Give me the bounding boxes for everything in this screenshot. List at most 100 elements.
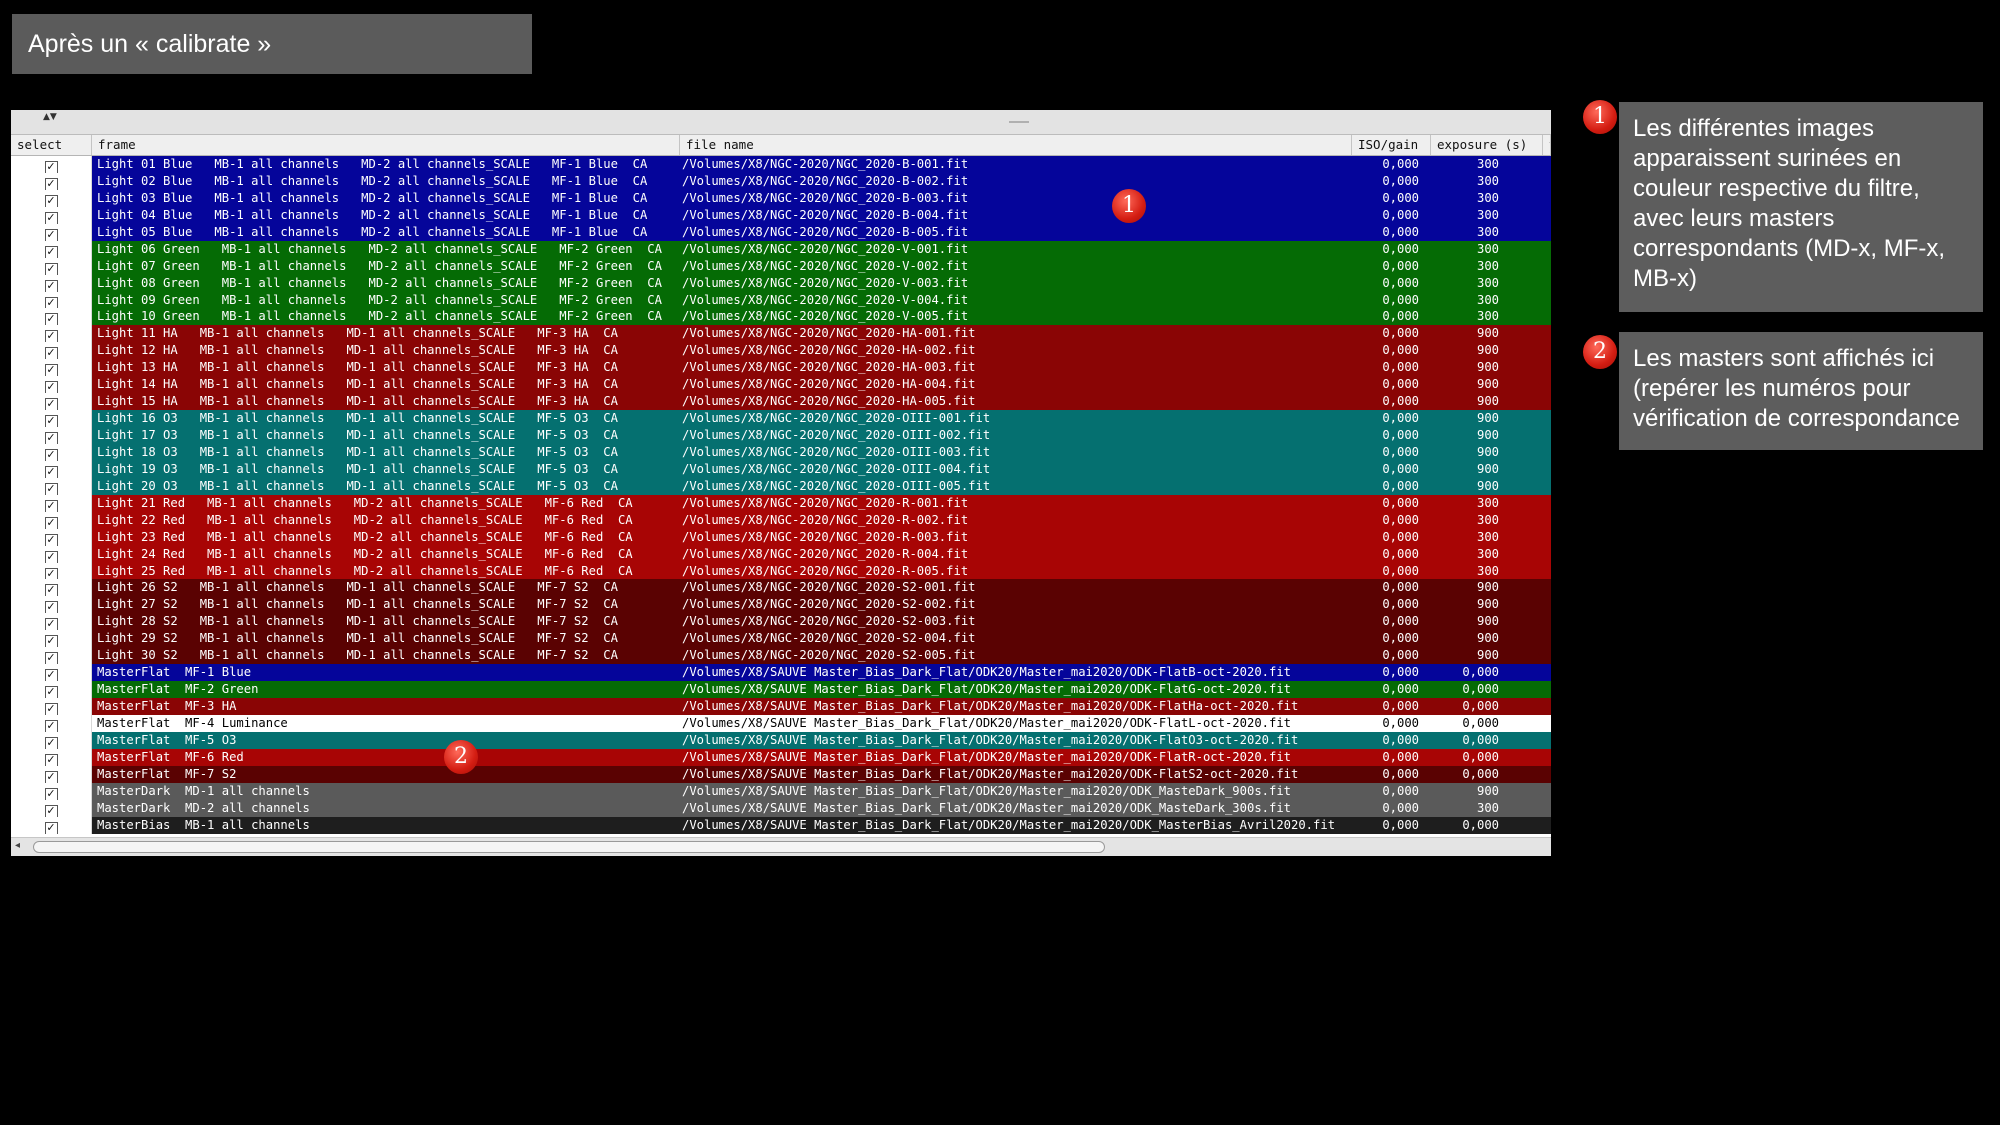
checkbox-checked-icon[interactable]: ✓ — [44, 719, 58, 732]
table-row[interactable]: ✓ Light 28 S2 MB-1 all channels MD-1 all … — [11, 613, 1551, 631]
checkbox-checked-icon[interactable]: ✓ — [44, 584, 58, 597]
table-row[interactable]: ✓ Light 05 Blue MB-1 all channels MD-2 al… — [11, 223, 1551, 241]
frame-cell: MasterFlat MF-2 Green — [97, 682, 259, 697]
table-row[interactable]: ✓ Light 13 HA MB-1 all channels MD-1 all … — [11, 359, 1551, 377]
table-row[interactable]: ✓ MasterFlat MF-6 Red/Volumes/X8/SAUVE Ma… — [11, 748, 1551, 766]
checkbox-checked-icon[interactable]: ✓ — [44, 398, 58, 411]
checkbox-checked-icon[interactable]: ✓ — [44, 482, 58, 495]
table-row[interactable]: ✓ Light 30 S2 MB-1 all channels MD-1 all … — [11, 647, 1551, 665]
table-row[interactable]: ✓ Light 09 Green MB-1 all channels MD-2 a… — [11, 291, 1551, 309]
frame-cell: Light 04 Blue MB-1 all channels MD-2 all… — [97, 207, 648, 222]
table-row[interactable]: ✓ Light 04 Blue MB-1 all channels MD-2 al… — [11, 206, 1551, 224]
exposure-cell: 0,000 — [1462, 665, 1499, 680]
table-row[interactable]: ✓ Light 23 Red MB-1 all channels MD-2 all… — [11, 528, 1551, 546]
checkbox-checked-icon[interactable]: ✓ — [44, 448, 58, 461]
checkbox-checked-icon[interactable]: ✓ — [44, 364, 58, 377]
checkbox-checked-icon[interactable]: ✓ — [44, 228, 58, 241]
extra-cell — [1543, 495, 1551, 512]
checkbox-checked-icon[interactable]: ✓ — [44, 821, 58, 834]
checkbox-checked-icon[interactable]: ✓ — [44, 465, 58, 478]
table-row[interactable]: ✓ MasterDark MD-1 all channels/Volumes/X8… — [11, 782, 1551, 800]
table-row[interactable]: ✓ Light 17 O3 MB-1 all channels MD-1 all … — [11, 427, 1551, 444]
checkbox-checked-icon[interactable]: ✓ — [44, 347, 58, 360]
checkbox-checked-icon[interactable]: ✓ — [44, 161, 58, 173]
table-row[interactable]: ✓ MasterFlat MF-2 Green/Volumes/X8/SAUVE … — [11, 681, 1551, 698]
table-row[interactable]: ✓ MasterFlat MF-1 Blue/Volumes/X8/SAUVE M… — [11, 664, 1551, 682]
frame-cell: MasterFlat MF-4 Luminance — [97, 715, 288, 730]
checkbox-checked-icon[interactable]: ✓ — [44, 381, 58, 394]
checkbox-checked-icon[interactable]: ✓ — [44, 550, 58, 563]
checkbox-checked-icon[interactable]: ✓ — [44, 635, 58, 648]
checkbox-checked-icon[interactable]: ✓ — [44, 499, 58, 512]
table-row[interactable]: ✓ Light 18 O3 MB-1 all channels MD-1 all … — [11, 443, 1551, 461]
checkbox-checked-icon[interactable]: ✓ — [44, 533, 58, 546]
table-row[interactable]: ✓ Light 02 Blue MB-1 all channels MD-2 al… — [11, 172, 1551, 190]
table-row[interactable]: ✓ Light 21 Red MB-1 all channels MD-2 all… — [11, 494, 1551, 512]
checkbox-checked-icon[interactable]: ✓ — [44, 601, 58, 614]
checkbox-checked-icon[interactable]: ✓ — [44, 516, 58, 529]
table-row[interactable]: ✓ MasterFlat MF-4 Luminance/Volumes/X8/SA… — [11, 714, 1551, 732]
horizontal-scrollbar[interactable]: ◂ — [11, 837, 1551, 856]
checkbox-checked-icon[interactable]: ✓ — [44, 686, 58, 698]
table-row[interactable]: ✓ Light 06 Green MB-1 all channels MD-2 a… — [11, 240, 1551, 258]
checkbox-checked-icon[interactable]: ✓ — [44, 279, 58, 292]
checkbox-checked-icon[interactable]: ✓ — [44, 296, 58, 309]
checkbox-checked-icon[interactable]: ✓ — [44, 567, 58, 580]
table-row[interactable]: ✓ MasterDark MD-2 all channels/Volumes/X8… — [11, 799, 1551, 817]
table-row[interactable]: ✓ MasterBias MB-1 all channels/Volumes/X8… — [11, 816, 1551, 834]
extra-cell — [1543, 766, 1551, 783]
column-header-select[interactable]: select — [11, 135, 92, 155]
column-header-iso-gain[interactable]: ISO/gain — [1352, 135, 1431, 155]
table-row[interactable]: ✓ Light 16 O3 MB-1 all channels MD-1 all … — [11, 410, 1551, 427]
checkbox-checked-icon[interactable]: ✓ — [44, 245, 58, 258]
table-row[interactable]: ✓ Light 22 Red MB-1 all channels MD-2 all… — [11, 511, 1551, 529]
frame-cell: MasterFlat MF-6 Red — [97, 749, 244, 764]
checkbox-checked-icon[interactable]: ✓ — [44, 415, 58, 427]
column-header-extra[interactable]: t — [1543, 135, 1551, 155]
table-row[interactable]: ✓ Light 20 O3 MB-1 all channels MD-1 all … — [11, 477, 1551, 495]
checkbox-checked-icon[interactable]: ✓ — [44, 618, 58, 631]
table-row[interactable]: ✓ Light 03 Blue MB-1 all channels MD-2 al… — [11, 189, 1551, 207]
checkbox-checked-icon[interactable]: ✓ — [44, 330, 58, 343]
table-row[interactable]: ✓ Light 24 Red MB-1 all channels MD-2 all… — [11, 545, 1551, 563]
checkbox-checked-icon[interactable]: ✓ — [44, 804, 58, 817]
checkbox-checked-icon[interactable]: ✓ — [44, 770, 58, 783]
checkbox-checked-icon[interactable]: ✓ — [44, 753, 58, 766]
table-row[interactable]: ✓ Light 08 Green MB-1 all channels MD-2 a… — [11, 274, 1551, 292]
table-row[interactable]: ✓ Light 12 HA MB-1 all channels MD-1 all … — [11, 342, 1551, 360]
checkbox-checked-icon[interactable]: ✓ — [44, 194, 58, 207]
table-row[interactable]: ✓ Light 19 O3 MB-1 all channels MD-1 all … — [11, 460, 1551, 478]
scrollbar-thumb[interactable] — [33, 841, 1105, 853]
table-row[interactable]: ✓ Light 25 Red MB-1 all channels MD-2 all… — [11, 562, 1551, 580]
table-row[interactable]: ✓ MasterFlat MF-5 O3/Volumes/X8/SAUVE Mas… — [11, 731, 1551, 749]
column-header-exposure[interactable]: exposure (s) — [1431, 135, 1543, 155]
checkbox-checked-icon[interactable]: ✓ — [44, 703, 58, 715]
checkbox-checked-icon[interactable]: ✓ — [44, 736, 58, 749]
table-row[interactable]: ✓ Light 14 HA MB-1 all channels MD-1 all … — [11, 376, 1551, 394]
column-header-file-name[interactable]: file name — [680, 135, 1352, 155]
table-row[interactable]: ✓ Light 29 S2 MB-1 all channels MD-1 all … — [11, 630, 1551, 648]
table-row[interactable]: ✓ MasterFlat MF-7 S2/Volumes/X8/SAUVE Mas… — [11, 765, 1551, 783]
table-row[interactable]: ✓ Light 27 S2 MB-1 all channels MD-1 all … — [11, 596, 1551, 614]
checkbox-checked-icon[interactable]: ✓ — [44, 313, 58, 326]
table-row[interactable]: ✓ Light 10 Green MB-1 all channels MD-2 a… — [11, 308, 1551, 326]
sort-arrows-icon[interactable]: ▲▼ — [43, 112, 57, 122]
checkbox-checked-icon[interactable]: ✓ — [44, 262, 58, 275]
table-row[interactable]: ✓ Light 07 Green MB-1 all channels MD-2 a… — [11, 257, 1551, 275]
checkbox-checked-icon[interactable]: ✓ — [44, 211, 58, 224]
checkbox-checked-icon[interactable]: ✓ — [44, 652, 58, 665]
checkbox-checked-icon[interactable]: ✓ — [44, 177, 58, 190]
resize-grip-icon[interactable] — [1009, 121, 1029, 123]
checkbox-checked-icon[interactable]: ✓ — [44, 669, 58, 682]
table-row[interactable]: ✓ Light 11 HA MB-1 all channels MD-1 all … — [11, 325, 1551, 343]
table-row[interactable]: ✓ Light 26 S2 MB-1 all channels MD-1 all … — [11, 579, 1551, 597]
exposure-cell: 900 — [1476, 597, 1499, 612]
iso-gain-cell: 0,000 — [1382, 800, 1419, 815]
column-header-frame[interactable]: frame — [92, 135, 680, 155]
scroll-left-arrow-icon[interactable]: ◂ — [15, 840, 20, 851]
checkbox-checked-icon[interactable]: ✓ — [44, 787, 58, 800]
table-row[interactable]: ✓ MasterFlat MF-3 HA/Volumes/X8/SAUVE Mas… — [11, 698, 1551, 715]
checkbox-checked-icon[interactable]: ✓ — [44, 432, 58, 444]
table-row[interactable]: ✓ Light 15 HA MB-1 all channels MD-1 all … — [11, 393, 1551, 411]
table-row[interactable]: ✓ Light 01 Blue MB-1 all channels MD-2 al… — [11, 156, 1551, 173]
